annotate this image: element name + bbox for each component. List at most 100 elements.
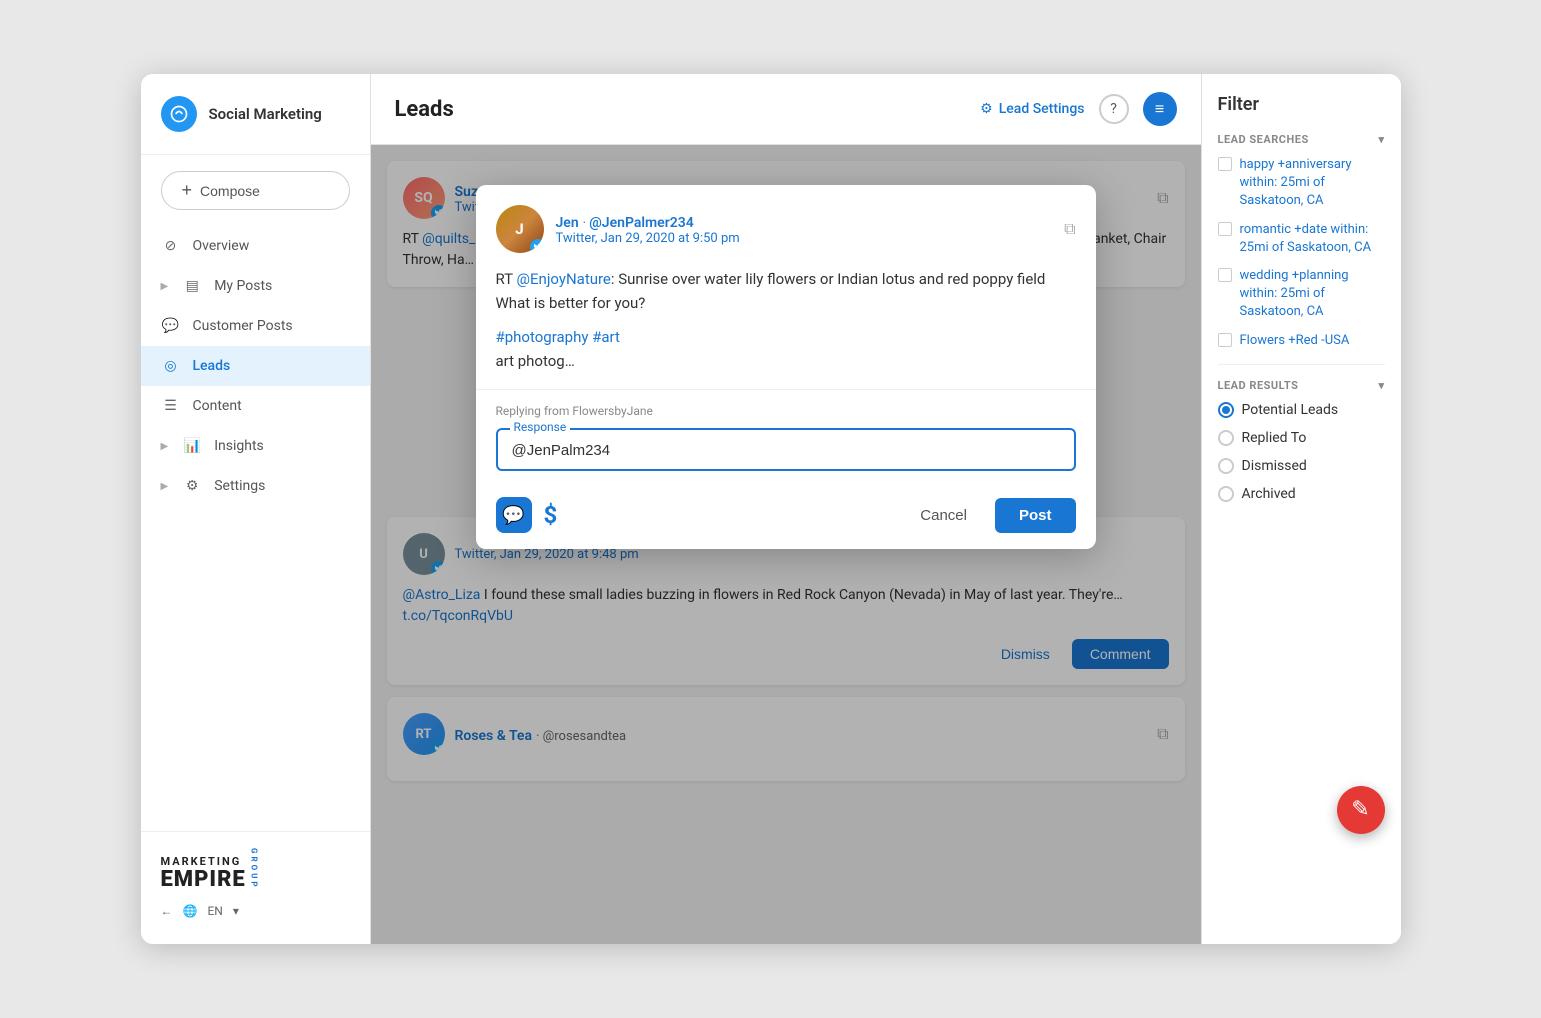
filter-radio-label-archived: Archived [1242,486,1296,502]
rss-icon: ☰ [161,396,181,416]
sidebar-item-leads[interactable]: ◎ Leads [141,346,370,386]
filter-icon: ≡ [1155,99,1164,119]
modal-post-body: RT @EnjoyNature: Sunrise over water lily… [476,267,1096,389]
modal-user-info: Jen · @JenPalmer234 Twitter, Jan 29, 202… [556,212,1053,246]
chart-icon: 📊 [182,436,202,456]
radio-inner-potential [1222,406,1230,414]
expand-icon: ▶ [161,441,169,452]
filter-divider [1218,364,1385,365]
filter-lead-searches-header[interactable]: LEAD SEARCHES ▾ [1218,133,1385,146]
radio-outer-potential [1218,402,1234,418]
response-input[interactable] [512,442,1060,459]
sidebar-item-insights[interactable]: ▶ 📊 Insights [141,426,370,466]
plus-icon: + [182,180,193,201]
cancel-button[interactable]: Cancel [904,499,983,532]
sidebar-header: Social Marketing [141,74,370,155]
filter-search-item-1[interactable]: happy +anniversary within: 25mi of Saska… [1218,156,1385,211]
filter-radio-replied[interactable]: Replied To [1218,430,1385,446]
filter-radio-archived[interactable]: Archived [1218,486,1385,502]
app-title: Social Marketing [209,105,322,123]
globe-icon: 🌐 [183,904,198,918]
posts-area: SQ SuzyQ · @SusanQuintal Twitter, Jan 29… [371,145,1201,944]
lead-settings-button[interactable]: ⚙ Lead Settings [980,101,1084,117]
main-content: Leads ⚙ Lead Settings ? ≡ SQ [371,74,1201,944]
chevron-down-icon: ▾ [1378,379,1384,392]
sidebar-item-label: Insights [214,438,264,454]
sidebar-item-label: Settings [214,478,265,494]
sidebar-item-label: Customer Posts [193,318,293,334]
filter-search-label-1[interactable]: happy +anniversary within: 25mi of Saska… [1240,156,1385,211]
filter-radio-label-replied: Replied To [1242,430,1307,446]
modal-overlay: J Jen · @JenPalmer234 Twitter, Ja [371,145,1201,944]
filter-radio-potential[interactable]: Potential Leads [1218,402,1385,418]
modal-username: Jen · @JenPalmer234 [556,212,1053,231]
footer-bottom: ← 🌐 EN ▾ [161,904,350,918]
language-label[interactable]: EN [207,904,222,918]
expand-icon: ▶ [161,281,169,292]
sidebar: Social Marketing + Compose ⊘ Overview ▶ … [141,74,371,944]
fab-edit-button[interactable]: ✎ [1337,786,1385,834]
document-icon: ▤ [182,276,202,296]
sidebar-nav: ⊘ Overview ▶ ▤ My Posts 💬 Customer Posts… [141,226,370,831]
filter-checkbox-4[interactable] [1218,333,1232,347]
response-field-wrapper: Response [496,428,1076,471]
filter-search-item-2[interactable]: romantic +date within: 25mi of Saskatoon… [1218,221,1385,257]
chat-icon: 💬 [161,316,181,336]
lead-searches-label: LEAD SEARCHES [1218,133,1309,146]
modal-external-icon[interactable]: ⧉ [1064,219,1075,239]
compass-icon: ⊘ [161,236,181,256]
sidebar-item-settings[interactable]: ▶ ⚙ Settings [141,466,370,506]
sidebar-item-label: Overview [193,238,250,254]
filter-search-item-4[interactable]: Flowers +Red -USA [1218,332,1385,350]
filter-search-item-3[interactable]: wedding +planning within: 25mi of Saskat… [1218,267,1385,322]
sidebar-item-my-posts[interactable]: ▶ ▤ My Posts [141,266,370,306]
back-icon[interactable]: ← [161,904,173,918]
help-button[interactable]: ? [1099,94,1129,124]
filter-search-label-2[interactable]: romantic +date within: 25mi of Saskatoon… [1240,221,1385,257]
modal-footer: 💬 $ Cancel Post [476,485,1096,549]
chevron-down-icon: ▾ [233,904,239,918]
filter-radio-group: Potential Leads Replied To Dismissed Arc… [1218,402,1385,502]
sidebar-item-content[interactable]: ☰ Content [141,386,370,426]
radio-outer-dismissed [1218,458,1234,474]
response-label: Response [510,420,571,434]
sidebar-item-label: My Posts [214,278,272,294]
dollar-button[interactable]: $ [544,501,558,529]
lead-settings-label: Lead Settings [999,101,1085,117]
sidebar-item-overview[interactable]: ⊘ Overview [141,226,370,266]
sidebar-item-customer-posts[interactable]: 💬 Customer Posts [141,306,370,346]
compose-button[interactable]: + Compose [161,171,350,210]
reply-modal: J Jen · @JenPalmer234 Twitter, Ja [476,185,1096,549]
filter-radio-dismissed[interactable]: Dismissed [1218,458,1385,474]
page-title: Leads [395,97,981,122]
replying-from-label: Replying from FlowersbyJane [496,404,1076,418]
radio-outer-replied [1218,430,1234,446]
main-header: Leads ⚙ Lead Settings ? ≡ [371,74,1201,145]
filter-title: Filter [1218,94,1385,115]
chat-bubble-button[interactable]: 💬 [496,497,532,533]
filter-button[interactable]: ≡ [1143,92,1177,126]
compose-label: Compose [200,183,260,199]
post-button[interactable]: Post [995,498,1076,533]
filter-checkbox-2[interactable] [1218,222,1232,236]
chevron-down-icon: ▾ [1378,133,1384,146]
filter-checkbox-3[interactable] [1218,268,1232,282]
gear-icon: ⚙ [182,476,202,496]
sidebar-item-label: Content [193,398,242,414]
modal-handle-text: @JenPalmer234 [589,215,694,231]
gear-settings-icon: ⚙ [980,101,993,117]
filter-search-label-4[interactable]: Flowers +Red -USA [1240,332,1350,350]
edit-icon: ✎ [1351,797,1369,822]
modal-time: Twitter, Jan 29, 2020 at 9:50 pm [556,231,1053,246]
filter-radio-label-potential: Potential Leads [1242,402,1339,418]
filter-lead-results-header[interactable]: LEAD RESULTS ▾ [1218,379,1385,392]
filter-checkbox-1[interactable] [1218,157,1232,171]
app-window: Social Marketing + Compose ⊘ Overview ▶ … [141,74,1401,944]
expand-icon: ▶ [161,481,169,492]
brand-logo: MARKETING EMPIRE [161,856,246,892]
modal-post-header: J Jen · @JenPalmer234 Twitter, Ja [476,185,1096,267]
target-icon: ◎ [161,356,181,376]
chat-icon: 💬 [502,505,524,526]
filter-search-label-3[interactable]: wedding +planning within: 25mi of Saskat… [1240,267,1385,322]
avatar-jen: J [496,205,544,253]
